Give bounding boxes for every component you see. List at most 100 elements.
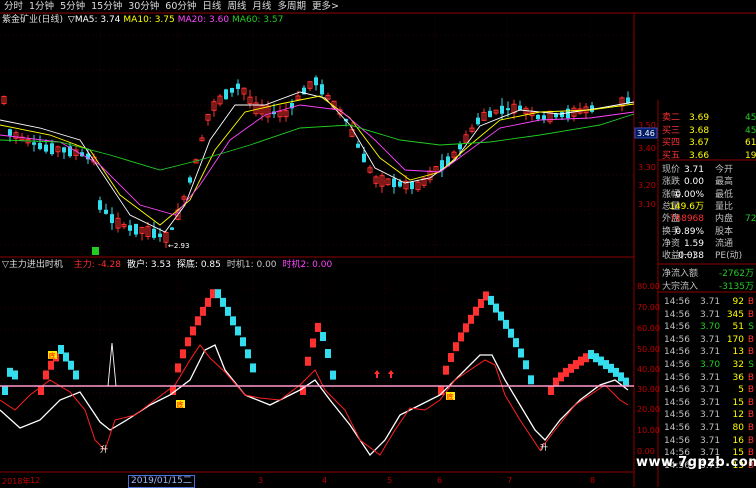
- indicator-block: [528, 375, 534, 385]
- indicator-block: [305, 356, 311, 366]
- indicator-name[interactable]: ▽主力进出时机: [2, 260, 63, 270]
- quote-qty: 61: [745, 138, 756, 148]
- stat-label-2: 流通: [715, 238, 734, 249]
- x-tick-label: 5: [387, 476, 393, 485]
- quote-qty: 45: [745, 113, 756, 123]
- trade-side: S: [748, 360, 754, 370]
- trade-volume: 36: [732, 372, 744, 383]
- indicator-block: [48, 360, 54, 370]
- quote-label: 买三: [662, 125, 681, 136]
- trade-time: 14:56: [664, 385, 690, 396]
- indicator-block: [220, 297, 226, 307]
- stat-value: 0.038: [678, 251, 704, 262]
- stat-label-2: 最低: [715, 189, 734, 200]
- candle-down: [476, 117, 480, 125]
- indicator-block: [2, 386, 8, 395]
- trade-volume: 16: [732, 435, 744, 446]
- trade-time: 14:56: [664, 360, 690, 370]
- trade-price: 3.71: [700, 435, 721, 446]
- x-tick-label: 6: [437, 476, 443, 485]
- quote-qty: 19: [745, 150, 756, 161]
- trade-price: 3.71: [700, 423, 721, 433]
- indicator-legend: ▽主力进出时机 主力: -4.28 散户: 3.53 探底: 0.85 时机1: 0.…: [2, 259, 338, 271]
- indicator-block: [180, 349, 186, 359]
- flow-label: 大宗流入: [662, 282, 699, 292]
- trade-row: 14:56 3.71 12 B: [662, 409, 756, 421]
- trade-volume: 13: [732, 347, 744, 358]
- flow-row: 净流入额 -2762万: [659, 268, 756, 280]
- candle-down: [158, 233, 162, 238]
- trade-side: B: [747, 372, 754, 383]
- indicator-block: [245, 349, 251, 359]
- indicator-block: [503, 319, 509, 329]
- indicator-value-4: 时机2: 0.00: [282, 260, 333, 270]
- indicator-block: [473, 306, 479, 316]
- stat-label-2: PE(动): [715, 251, 743, 262]
- candle-down: [188, 177, 192, 183]
- quote-qty: 45: [745, 125, 756, 136]
- trade-time: 14:56: [664, 423, 690, 433]
- candle-down: [398, 181, 402, 187]
- candle-down: [32, 142, 36, 145]
- trade-side: B: [747, 385, 754, 396]
- stat-value-2: 727: [745, 214, 756, 225]
- trade-side: S: [748, 322, 754, 333]
- quote-price: 3.69: [689, 113, 710, 123]
- candle-down: [314, 77, 318, 86]
- quote-row: 买四 3.67 61: [659, 137, 756, 149]
- ma-label-0: ▽MA5: 3.74: [67, 15, 121, 25]
- indicator-block: [230, 316, 236, 326]
- stat-label: 净资: [662, 238, 681, 249]
- candle-down: [536, 114, 540, 120]
- indicator-block: [523, 360, 529, 370]
- indicator-value-1: 散户: 3.53: [126, 260, 171, 270]
- candle-down: [356, 143, 360, 148]
- candle-down: [128, 225, 132, 231]
- indicator-block: [623, 377, 629, 387]
- quote-row: 买五 3.66 19: [659, 150, 756, 162]
- indicator-value-0: 主力: -4.28: [73, 260, 121, 270]
- candle-down: [38, 143, 42, 149]
- trade-volume: 170: [726, 334, 744, 345]
- trade-row: 14:56 3.70 32 S: [662, 359, 756, 371]
- indicator-block: [205, 297, 211, 307]
- stat-label: 涨跌: [662, 177, 681, 188]
- trade-time: 14:56: [664, 397, 690, 408]
- chart-canvas[interactable]: 3.503.403.303.203.103.4680.0070.0060.005…: [0, 0, 756, 487]
- stat-label-2: 量比: [715, 201, 734, 212]
- trade-volume: 92: [732, 297, 744, 307]
- indicator-block: [225, 306, 231, 316]
- x-tick-label: 8: [590, 476, 596, 485]
- candle-down: [236, 83, 240, 90]
- trade-volume: 12: [732, 410, 744, 421]
- trade-side: B: [747, 410, 754, 421]
- candle-down: [170, 227, 174, 230]
- stat-label: 现价: [662, 165, 681, 175]
- cursor-date-box: 2019/01/15二: [128, 475, 195, 488]
- trade-time: 14:56: [664, 297, 690, 307]
- candle-down: [392, 178, 396, 188]
- candle-down: [542, 115, 546, 120]
- stock-name: 紫金矿业(日线): [2, 15, 64, 25]
- bottom-signal-label: 底: [447, 392, 454, 401]
- ma-label-2: MA20: 3.60: [177, 15, 230, 25]
- trade-price: 3.71: [700, 334, 721, 345]
- price-axis-label: 3.20: [638, 181, 656, 190]
- indicator-axis-label: 50.00: [637, 345, 660, 354]
- trade-time: 14:56: [664, 309, 690, 320]
- candle-down: [224, 89, 228, 100]
- watermark: www.7gpzb.com: [636, 455, 756, 470]
- spike-line: [107, 342, 117, 387]
- candle-down: [104, 209, 108, 214]
- candle-down: [458, 144, 462, 150]
- ma-legend: 紫金矿业(日线) ▽MA5: 3.74 MA10: 3.75 MA20: 3.60 M…: [2, 14, 286, 26]
- indicator-block: [68, 360, 74, 370]
- indicator-block: [235, 326, 241, 336]
- trade-side: B: [747, 423, 754, 433]
- trade-price: 3.71: [700, 410, 721, 421]
- indicator-axis-label: 30.00: [637, 385, 660, 394]
- trade-row: 14:56 3.71 5 B: [662, 384, 756, 396]
- ma-label-1: MA10: 3.75: [123, 15, 175, 25]
- candle-down: [230, 87, 234, 93]
- indicator-block: [240, 337, 246, 347]
